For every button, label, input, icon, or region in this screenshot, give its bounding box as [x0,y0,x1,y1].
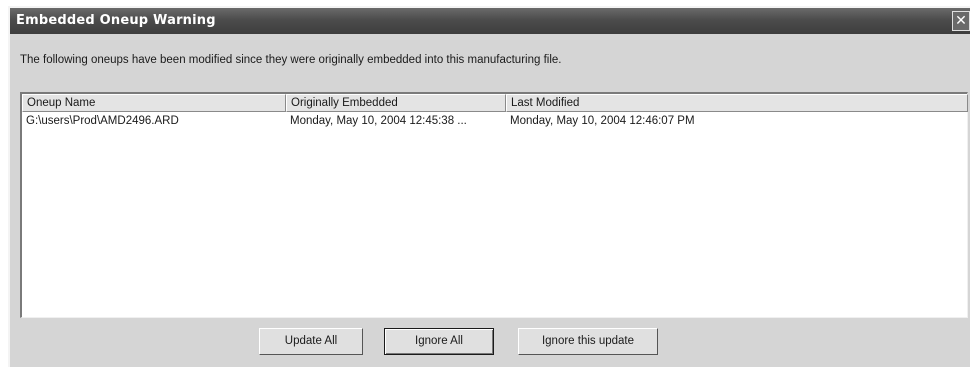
list-row[interactable]: G:\users\Prod\AMD2496.ARD Monday, May 10… [22,113,967,129]
cell-last-modified: Monday, May 10, 2004 12:46:07 PM [510,115,695,127]
ignore-all-button[interactable]: Ignore All [384,328,494,355]
column-header-last-modified[interactable]: Last Modified [506,94,968,112]
oneup-list[interactable]: Oneup Name Originally Embedded Last Modi… [20,92,968,318]
ignore-this-update-button[interactable]: Ignore this update [518,328,658,355]
embedded-oneup-warning-dialog: Embedded Oneup Warning ✕ The following o… [8,6,970,367]
cell-originally-embedded: Monday, May 10, 2004 12:45:38 ... [290,115,467,127]
close-button[interactable]: ✕ [952,11,970,31]
title-bar[interactable]: Embedded Oneup Warning ✕ [10,8,970,34]
warning-message: The following oneups have been modified … [20,54,562,66]
update-all-button[interactable]: Update All [259,328,363,355]
list-header: Oneup Name Originally Embedded Last Modi… [22,94,968,112]
close-icon: ✕ [955,12,967,28]
cell-oneup-name: G:\users\Prod\AMD2496.ARD [26,115,179,127]
dialog-title: Embedded Oneup Warning [16,13,216,28]
column-header-originally-embedded[interactable]: Originally Embedded [286,94,506,112]
column-header-oneup-name[interactable]: Oneup Name [22,94,286,112]
